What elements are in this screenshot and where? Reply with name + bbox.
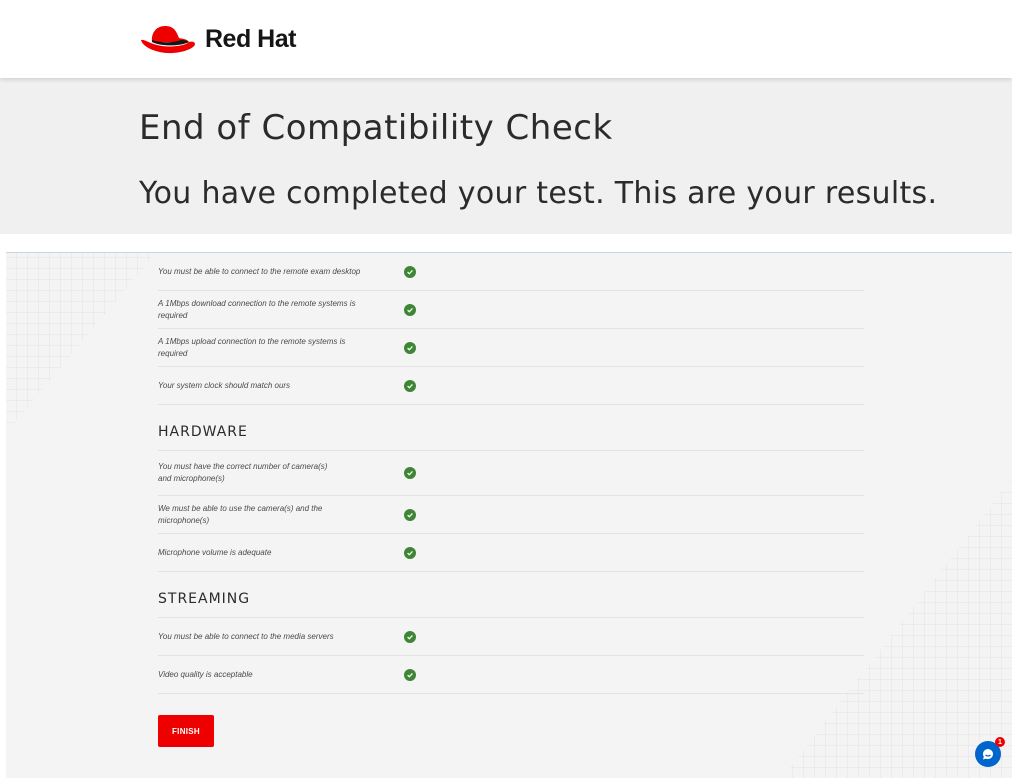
- notification-badge: 1: [995, 737, 1005, 747]
- section-heading-streaming: STREAMING: [158, 572, 864, 618]
- chat-bubble-icon: [982, 749, 993, 760]
- check-row: Video quality is acceptable: [158, 656, 864, 694]
- check-row: Your system clock should match ours: [158, 367, 864, 405]
- check-row: We must be able to use the camera(s) and…: [158, 496, 864, 534]
- check-label: We must be able to use the camera(s) and…: [158, 503, 323, 525]
- check-row: A 1Mbps download connection to the remot…: [158, 291, 864, 329]
- check-circle-icon: [404, 467, 416, 479]
- check-label: A 1Mbps download connection to the remot…: [158, 298, 356, 320]
- red-hat-logo-icon: [141, 26, 195, 54]
- check-label: Your system clock should match ours: [158, 380, 291, 390]
- check-circle-icon: [404, 630, 416, 643]
- brand-name: Red Hat: [205, 24, 296, 53]
- decorative-pattern: [6, 253, 156, 433]
- results-panel: You must be able to connect to the remot…: [6, 252, 1012, 778]
- page-subtitle: You have completed your test. This are y…: [139, 176, 938, 211]
- check-circle-icon: [404, 508, 416, 521]
- check-label: You must have the correct number of came…: [158, 462, 328, 483]
- section-heading-hardware: HARDWARE: [158, 405, 864, 451]
- check-circle-icon: [404, 341, 416, 354]
- check-circle-icon: [404, 668, 416, 681]
- red-hat-logo[interactable]: Red Hat: [139, 22, 296, 56]
- check-label: You must be able to connect to the remot…: [158, 266, 361, 276]
- check-results-list: You must be able to connect to the remot…: [158, 253, 864, 694]
- check-row: Microphone volume is adequate: [158, 534, 864, 572]
- check-circle-icon: [404, 546, 416, 559]
- check-row: You must be able to connect to the media…: [158, 618, 864, 656]
- section-title: STREAMING: [158, 591, 251, 607]
- chat-widget-button[interactable]: 1: [975, 737, 1005, 767]
- section-title: HARDWARE: [158, 424, 248, 440]
- check-label: You must be able to connect to the media…: [158, 631, 334, 641]
- check-row: You must have the correct number of came…: [158, 451, 864, 496]
- page-hero: End of Compatibility Check You have comp…: [0, 78, 1012, 234]
- check-circle-icon: [404, 265, 416, 278]
- site-header: Red Hat: [0, 0, 1012, 78]
- finish-button[interactable]: FINISH: [158, 715, 214, 747]
- check-label: Video quality is acceptable: [158, 669, 253, 679]
- check-circle-icon: [404, 303, 416, 316]
- check-circle-icon: [404, 379, 416, 392]
- check-row: A 1Mbps upload connection to the remote …: [158, 329, 864, 367]
- check-row: You must be able to connect to the remot…: [158, 253, 864, 291]
- page-title: End of Compatibility Check: [139, 108, 613, 148]
- check-label: A 1Mbps upload connection to the remote …: [158, 336, 346, 358]
- check-label: Microphone volume is adequate: [158, 547, 272, 557]
